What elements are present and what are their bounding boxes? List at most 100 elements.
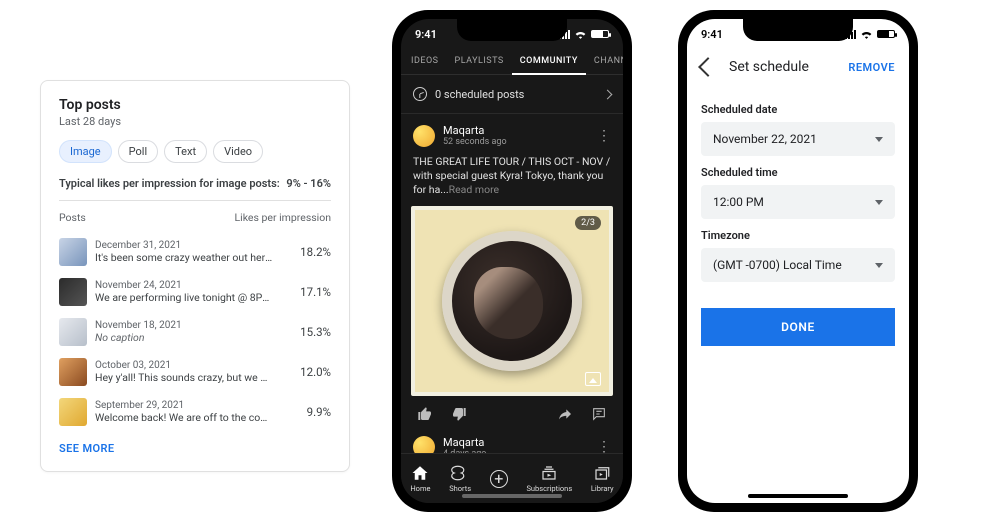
field-date[interactable]: November 22, 2021: [701, 122, 895, 156]
likes-per-impression: 18.2%: [281, 245, 331, 259]
post-date: October 03, 2021: [95, 360, 273, 371]
typical-row: Typical likes per impression for image p…: [59, 177, 331, 201]
post-date: December 31, 2021: [95, 240, 273, 251]
label-timezone: Timezone: [701, 229, 895, 242]
tab-videos[interactable]: IDEOS: [403, 49, 447, 74]
tab-playlists[interactable]: PLAYLISTS: [447, 49, 512, 74]
plus-icon: +: [490, 470, 508, 488]
post-meta: October 03, 2021Hey y'all! This sounds c…: [95, 360, 273, 384]
notch: [457, 19, 567, 41]
chip-image[interactable]: Image: [59, 140, 112, 163]
post-date: November 18, 2021: [95, 320, 273, 331]
post-more-icon[interactable]: ⋮: [597, 128, 611, 144]
home-indicator: [462, 494, 562, 498]
table-row[interactable]: November 18, 2021No caption 15.3%: [59, 312, 331, 352]
label-time: Scheduled time: [701, 166, 895, 179]
nav-create[interactable]: +: [490, 470, 508, 488]
post-image[interactable]: 2/3: [411, 206, 613, 396]
post-caption: Hey y'all! This sounds crazy, but we are…: [95, 371, 273, 384]
phone-schedule: 9:41 Set schedule REMOVE Scheduled date …: [678, 10, 918, 512]
post-meta: December 31, 2021It's been some crazy we…: [95, 240, 273, 264]
avatar[interactable]: [413, 125, 435, 147]
post-thumbnail: [59, 318, 87, 346]
schedule-form: Scheduled date November 22, 2021 Schedul…: [687, 85, 909, 354]
schedule-header: Set schedule REMOVE: [687, 49, 909, 85]
wifi-icon: [860, 29, 873, 39]
chip-row: Image Poll Text Video: [59, 140, 331, 163]
post-username[interactable]: Maqarta: [443, 124, 507, 137]
chevron-down-icon: [875, 137, 883, 142]
post2-username[interactable]: Maqarta: [443, 436, 486, 449]
scheduled-posts-row[interactable]: 0 scheduled posts: [401, 75, 623, 114]
dislike-button[interactable]: [451, 406, 467, 422]
chip-poll[interactable]: Poll: [118, 140, 159, 163]
post-timestamp: 52 seconds ago: [443, 137, 507, 147]
chevron-down-icon: [875, 200, 883, 205]
tab-channels[interactable]: CHANNELS: [586, 49, 623, 74]
page-title: Set schedule: [729, 59, 834, 75]
chip-text[interactable]: Text: [164, 140, 207, 163]
nav-shorts[interactable]: Shorts: [449, 464, 471, 493]
post-meta: November 24, 2021We are performing live …: [95, 280, 273, 304]
post-date: November 24, 2021: [95, 280, 273, 291]
card-title: Top posts: [59, 97, 331, 113]
battery-icon: [591, 30, 609, 38]
post-caption: No caption: [95, 331, 273, 344]
table-row[interactable]: December 31, 2021It's been some crazy we…: [59, 232, 331, 272]
post-thumbnail: [59, 278, 87, 306]
likes-per-impression: 17.1%: [281, 285, 331, 299]
likes-per-impression: 15.3%: [281, 325, 331, 339]
likes-per-impression: 9.9%: [281, 405, 331, 419]
status-time: 9:41: [701, 28, 723, 41]
status-time: 9:41: [415, 28, 437, 41]
post-thumbnail: [59, 398, 87, 426]
post-meta: September 29, 2021Welcome back! We are o…: [95, 400, 273, 424]
table-row[interactable]: September 29, 2021Welcome back! We are o…: [59, 392, 331, 432]
photo-content: [442, 231, 582, 371]
comment-button[interactable]: [591, 406, 607, 422]
post-body: THE GREAT LIFE TOUR / THIS OCT - NOV / w…: [401, 151, 623, 206]
post-actions: [401, 396, 623, 430]
nav-library[interactable]: Library: [591, 464, 614, 493]
chevron-down-icon: [875, 263, 883, 268]
table-row[interactable]: October 03, 2021Hey y'all! This sounds c…: [59, 352, 331, 392]
table-row[interactable]: November 24, 2021We are performing live …: [59, 272, 331, 312]
chip-video[interactable]: Video: [213, 140, 263, 163]
battery-icon: [877, 30, 895, 38]
post-caption: Welcome back! We are off to the courts..…: [95, 411, 273, 424]
post-caption: It's been some crazy weather out here...: [95, 251, 273, 264]
post-meta: November 18, 2021No caption: [95, 320, 273, 344]
field-time[interactable]: 12:00 PM: [701, 185, 895, 219]
tab-community[interactable]: COMMUNITY: [512, 49, 586, 75]
gallery-icon: [585, 372, 601, 386]
post-caption: We are performing live tonight @ 8PM...: [95, 291, 273, 304]
col-likes: Likes per impression: [234, 211, 331, 224]
chevron-right-icon: [603, 89, 613, 99]
typical-value: 9% - 16%: [286, 177, 331, 190]
clock-icon: [413, 87, 427, 101]
likes-per-impression: 12.0%: [281, 365, 331, 379]
field-timezone[interactable]: (GMT -0700) Local Time: [701, 248, 895, 282]
post-thumbnail: [59, 358, 87, 386]
col-posts: Posts: [59, 211, 86, 224]
remove-button[interactable]: REMOVE: [848, 61, 895, 74]
wifi-icon: [574, 29, 587, 39]
notch: [743, 19, 853, 41]
label-date: Scheduled date: [701, 103, 895, 116]
nav-subscriptions[interactable]: Subscriptions: [526, 464, 572, 493]
channel-tabs: IDEOS PLAYLISTS COMMUNITY CHANNELS ABOUT: [401, 49, 623, 75]
see-more-link[interactable]: SEE MORE: [59, 442, 331, 455]
like-button[interactable]: [417, 406, 433, 422]
home-indicator: [748, 494, 848, 498]
phone-community: 9:41 IDEOS PLAYLISTS COMMUNITY CHANNELS …: [392, 10, 632, 512]
typical-label: Typical likes per impression for image p…: [59, 177, 280, 190]
back-arrow-icon[interactable]: [698, 57, 718, 77]
done-button[interactable]: DONE: [701, 308, 895, 346]
table-header: Posts Likes per impression: [59, 211, 331, 224]
read-more-link[interactable]: Read more: [449, 183, 500, 196]
nav-home[interactable]: Home: [410, 464, 430, 493]
post-thumbnail: [59, 238, 87, 266]
rows-container: December 31, 2021It's been some crazy we…: [59, 232, 331, 432]
card-subtitle: Last 28 days: [59, 115, 331, 128]
share-button[interactable]: [557, 406, 573, 422]
